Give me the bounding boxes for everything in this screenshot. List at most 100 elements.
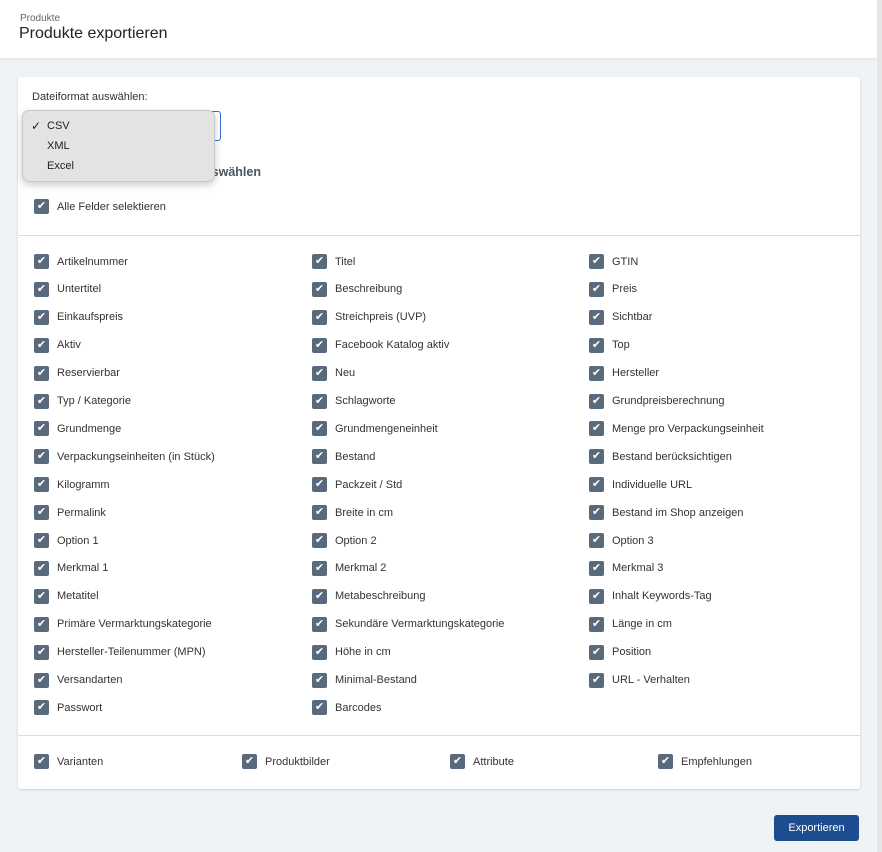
field-checkbox[interactable]: ✔ URL - Verhalten (589, 672, 690, 688)
field-label: Typ / Kategorie (57, 395, 131, 407)
field-checkbox[interactable]: ✔ Metabeschreibung (312, 588, 426, 604)
field-checkbox[interactable]: ✔ Barcodes (312, 700, 381, 716)
field-checkbox[interactable]: ✔ Streichpreis (UVP) (312, 309, 427, 325)
field-checkbox[interactable]: ✔ Beschreibung (312, 281, 402, 297)
field-checkbox[interactable]: ✔ Hersteller (589, 365, 659, 381)
field-checkbox[interactable]: ✔ Einkaufspreis (34, 309, 124, 325)
field-checkbox[interactable]: ✔ Titel (312, 254, 355, 269)
field-checkbox[interactable]: ✔ Primäre Vermarktungskategorie (34, 616, 212, 632)
field-checkbox[interactable]: ✔ Merkmal 2 (312, 560, 387, 576)
scrollbar[interactable] (877, 0, 882, 852)
field-checkbox[interactable]: ✔ Grundmenge (34, 421, 121, 437)
checkbox-checked-icon: ✔ (589, 505, 604, 521)
field-checkbox[interactable]: ✔ Facebook Katalog aktiv (312, 337, 450, 353)
field-label: Grundpreisberechnung (612, 395, 725, 407)
select-all-checkbox[interactable]: ✔ Alle Felder selektieren (34, 199, 166, 214)
checkbox-checked-icon: ✔ (589, 644, 604, 660)
checkbox-checked-icon: ✔ (34, 337, 49, 353)
field-label: Länge in cm (612, 618, 672, 631)
checkbox-checked-icon: ✔ (658, 754, 673, 769)
field-checkbox[interactable]: ✔ Grundpreisberechnung (589, 393, 725, 409)
field-checkbox[interactable]: ✔ Option 2 (312, 533, 377, 548)
export-button[interactable]: Exportieren (774, 815, 859, 841)
field-checkbox[interactable]: ✔ Option 1 (34, 533, 99, 548)
extra-checkbox[interactable]: ✔ Produktbilder (242, 754, 330, 769)
field-checkbox[interactable]: ✔ Metatitel (34, 588, 99, 604)
field-label: Versandarten (57, 674, 123, 686)
checkbox-checked-icon: ✔ (34, 754, 49, 769)
field-checkbox[interactable]: ✔ Position (589, 644, 652, 660)
field-checkbox[interactable]: ✔ Option 3 (589, 533, 654, 548)
extra-checkbox[interactable]: ✔ Empfehlungen (658, 754, 752, 769)
field-label: Reservierbar (57, 367, 120, 380)
checkbox-checked-icon: ✔ (34, 421, 49, 437)
field-checkbox[interactable]: ✔ Höhe in cm (312, 644, 391, 660)
field-checkbox[interactable]: ✔ Bestand berücksichtigen (589, 449, 732, 465)
field-label: Permalink (57, 506, 106, 519)
field-checkbox[interactable]: ✔ Menge pro Verpackungseinheit (589, 421, 764, 437)
checkbox-checked-icon: ✔ (589, 449, 604, 465)
field-checkbox[interactable]: ✔ Typ / Kategorie (34, 393, 131, 409)
field-checkbox[interactable]: ✔ Top (589, 337, 630, 353)
field-checkbox[interactable]: ✔ Hersteller-Teilenummer (MPN) (34, 644, 206, 660)
field-label: Option 2 (335, 534, 377, 547)
field-label: Neu (335, 367, 356, 380)
field-label: Menge pro Verpackungseinheit (612, 422, 764, 435)
field-checkbox[interactable]: ✔ Neu (312, 365, 356, 381)
field-label: Einkaufspreis (57, 311, 124, 324)
field-checkbox[interactable]: ✔ Grundmengeneinheit (312, 421, 438, 437)
field-checkbox[interactable]: ✔ Merkmal 3 (589, 560, 664, 576)
format-label: Dateiformat auswählen: (32, 91, 148, 103)
field-checkbox[interactable]: ✔ Sekundäre Vermarktungskategorie (312, 616, 504, 632)
field-checkbox[interactable]: ✔ Preis (589, 281, 637, 297)
field-label: Merkmal 2 (335, 562, 387, 575)
checkbox-checked-icon: ✔ (34, 449, 49, 465)
field-checkbox[interactable]: ✔ Artikelnummer (34, 254, 128, 269)
field-checkbox[interactable]: ✔ Reservierbar (34, 365, 120, 381)
checkbox-checked-icon: ✔ (589, 477, 604, 493)
field-label: Position (612, 646, 652, 659)
field-checkbox[interactable]: ✔ Bestand (312, 449, 376, 465)
field-checkbox[interactable]: ✔ Merkmal 1 (34, 560, 108, 576)
field-checkbox[interactable]: ✔ Permalink (34, 505, 106, 521)
field-label: Titel (335, 255, 356, 268)
extra-checkbox[interactable]: ✔ Varianten (34, 754, 103, 769)
extra-checkbox[interactable]: ✔ Attribute (450, 754, 514, 769)
field-checkbox[interactable]: ✔ Passwort (34, 700, 102, 716)
checkbox-checked-icon: ✔ (589, 365, 604, 381)
checkbox-checked-icon: ✔ (589, 533, 604, 548)
field-checkbox[interactable]: ✔ GTIN (589, 254, 638, 269)
field-label: Streichpreis (UVP) (335, 311, 427, 324)
checkbox-checked-icon: ✔ (34, 477, 49, 493)
option-label: Excel (47, 160, 74, 172)
field-checkbox[interactable]: ✔ Schlagworte (312, 393, 396, 409)
format-option-excel[interactable]: Excel (23, 156, 214, 176)
field-checkbox[interactable]: ✔ Verpackungseinheiten (in Stück) (34, 449, 215, 465)
field-label: Untertitel (57, 283, 102, 296)
field-label: GTIN (612, 255, 639, 268)
field-label: Facebook Katalog aktiv (335, 339, 450, 352)
format-option-xml[interactable]: XML (23, 136, 214, 156)
field-checkbox[interactable]: ✔ Sichtbar (589, 309, 652, 325)
field-checkbox[interactable]: ✔ Inhalt Keywords-Tag (589, 588, 712, 604)
field-checkbox[interactable]: ✔ Packzeit / Std (312, 477, 403, 493)
extra-label: Empfehlungen (681, 755, 752, 768)
field-checkbox[interactable]: ✔ Bestand im Shop anzeigen (589, 505, 743, 521)
field-checkbox[interactable]: ✔ Versandarten (34, 672, 123, 688)
checkbox-checked-icon: ✔ (312, 337, 327, 353)
checkbox-checked-icon: ✔ (34, 309, 49, 325)
field-checkbox[interactable]: ✔ Kilogramm (34, 477, 110, 493)
field-checkbox[interactable]: ✔ Breite in cm (312, 505, 393, 521)
field-checkbox[interactable]: ✔ Aktiv (34, 337, 81, 353)
checkbox-checked-icon: ✔ (589, 616, 604, 632)
field-label: Kilogramm (57, 478, 110, 491)
field-label: Bestand (335, 450, 376, 463)
field-checkbox[interactable]: ✔ Länge in cm (589, 616, 672, 632)
field-label: Merkmal 3 (612, 562, 664, 575)
field-checkbox[interactable]: ✔ Individuelle URL (589, 477, 692, 493)
breadcrumb[interactable]: Produkte (20, 13, 60, 24)
field-checkbox[interactable]: ✔ Untertitel (34, 281, 102, 297)
field-checkbox[interactable]: ✔ Minimal-Bestand (312, 672, 417, 688)
field-label: Packzeit / Std (335, 478, 403, 491)
format-option-csv[interactable]: ✓ CSV (23, 116, 214, 136)
